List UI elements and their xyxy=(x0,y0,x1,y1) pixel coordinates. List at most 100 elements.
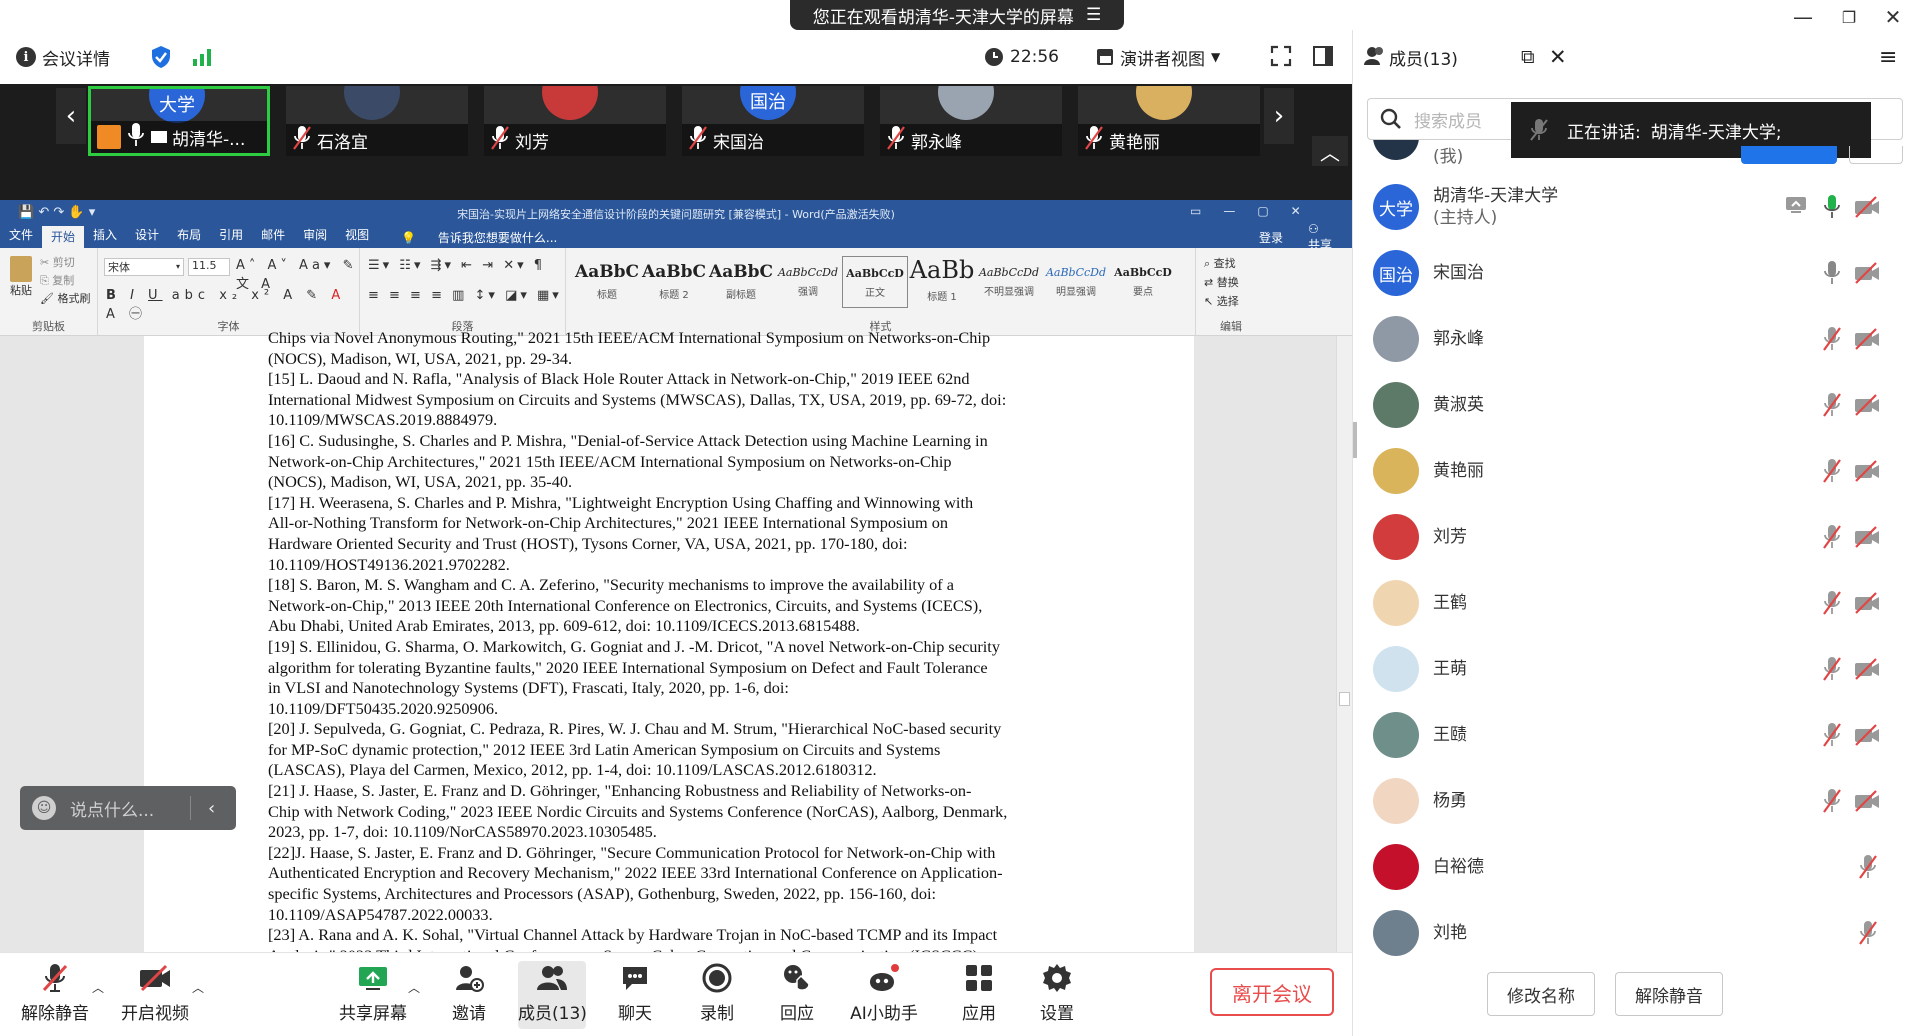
chevron-up-icon[interactable]: ︿ xyxy=(92,979,104,996)
more-actions-button[interactable] xyxy=(1849,146,1903,164)
mic-muted-icon[interactable] xyxy=(1819,588,1845,618)
apps-button[interactable]: 应用 xyxy=(940,961,1018,1029)
font-size-select[interactable]: 11.5 xyxy=(188,258,230,276)
video-tile[interactable]: 大学 胡清华-... xyxy=(88,86,270,156)
font-name-select[interactable]: 宋体 ▾ xyxy=(104,258,184,276)
minimize-icon[interactable]: — xyxy=(1784,4,1822,30)
mic-muted-icon[interactable] xyxy=(1855,918,1881,948)
members-button[interactable]: 成员(13) xyxy=(518,961,587,1029)
mic-muted-icon[interactable] xyxy=(1819,654,1845,684)
word-tab[interactable]: 插入 xyxy=(84,226,126,248)
rename-button[interactable]: 修改名称 xyxy=(1487,972,1595,1016)
camera-off-icon[interactable] xyxy=(1853,720,1881,750)
member-row[interactable]: 刘芳 xyxy=(1353,504,1914,570)
panel-resize-handle[interactable] xyxy=(1353,422,1357,458)
cut-button[interactable]: ✂ 剪切 xyxy=(40,254,90,272)
menu-icon[interactable]: ☰ xyxy=(1086,5,1101,25)
video-tile[interactable]: 郭永峰 xyxy=(880,86,1062,156)
camera-off-icon[interactable] xyxy=(1853,456,1881,486)
member-row[interactable]: 白裕德 xyxy=(1353,834,1914,900)
unmute-button[interactable]: 解除静音 xyxy=(16,961,94,1029)
mic-muted-icon[interactable] xyxy=(1819,786,1845,816)
member-row[interactable]: 王赜 xyxy=(1353,702,1914,768)
record-button[interactable]: 录制 xyxy=(678,961,756,1029)
style-option[interactable]: AaBbCcD 正文 xyxy=(842,256,908,308)
more-menu-icon[interactable]: ≡ xyxy=(1879,45,1897,70)
signal-icon[interactable] xyxy=(192,48,212,71)
word-tab[interactable]: 文件 xyxy=(0,226,42,248)
style-option[interactable]: AaBbCcDd 明显强调 xyxy=(1043,256,1109,308)
style-option[interactable]: AaBb 标题 1 xyxy=(909,256,975,308)
fullscreen-icon[interactable] xyxy=(1270,45,1292,72)
word-tab[interactable]: 引用 xyxy=(210,226,252,248)
document-scrollbar[interactable] xyxy=(1336,336,1352,952)
tell-me-box[interactable]: 💡 告诉我您想要做什么... xyxy=(378,229,575,246)
collapse-strip-button[interactable]: ︿ xyxy=(1312,136,1348,166)
video-tile[interactable]: 黄艳丽 xyxy=(1078,86,1260,156)
start-video-button[interactable]: 开启视频 xyxy=(116,961,194,1029)
style-option[interactable]: AaBbCcDd 强调 xyxy=(775,256,841,308)
word-tab[interactable]: 布局 xyxy=(168,226,210,248)
mic-icon[interactable] xyxy=(1819,258,1845,288)
alignment-buttons[interactable]: ≡ ≡ ≡ ≡ ▥ ↕▾ ◪▾ ▦▾ xyxy=(368,288,562,303)
word-window-controls[interactable]: ▭—▢✕ xyxy=(1190,204,1323,218)
strip-prev-button[interactable]: ‹ xyxy=(56,88,86,144)
camera-off-icon[interactable] xyxy=(1853,258,1881,288)
popout-icon[interactable]: ⧉ xyxy=(1521,46,1535,68)
view-mode-dropdown[interactable]: 演讲者视图 ▼ xyxy=(1096,45,1220,70)
close-icon[interactable]: ✕ xyxy=(1874,4,1912,30)
replace-button[interactable]: ⇄ 替换 xyxy=(1204,273,1239,292)
document-page[interactable]: Chips via Novel Anonymous Routing," 2021… xyxy=(144,328,1194,952)
leave-meeting-button[interactable]: 离开会议 xyxy=(1210,968,1334,1016)
mic-muted-icon[interactable] xyxy=(1819,720,1845,750)
camera-off-icon[interactable] xyxy=(1853,588,1881,618)
copy-button[interactable]: ⎘ 复制 xyxy=(40,272,90,290)
font-format-buttons[interactable]: B I U abc x₂ x² A ✎ A A ㊀ xyxy=(106,288,359,322)
word-tab[interactable]: 开始 xyxy=(42,226,85,248)
scrollbar-thumb[interactable] xyxy=(1339,692,1350,706)
font-size-buttons[interactable]: A˄ A˅ Aa▾ ✎ 文 A xyxy=(236,258,359,292)
camera-off-icon[interactable] xyxy=(1853,192,1881,222)
select-button[interactable]: ↖ 选择 xyxy=(1204,292,1239,311)
paste-button[interactable]: 粘贴 xyxy=(8,256,34,300)
member-row[interactable]: 王萌 xyxy=(1353,636,1914,702)
chevron-up-icon[interactable]: ︿ xyxy=(192,979,204,996)
chevron-left-icon[interactable]: ‹ xyxy=(208,798,215,819)
share-screen-button[interactable]: 共享屏幕 xyxy=(334,961,412,1029)
member-row[interactable]: 大学 胡清华-天津大学 (主持人) xyxy=(1353,174,1914,240)
ai-assistant-button[interactable]: AI小助手 xyxy=(842,961,926,1029)
mic-muted-icon[interactable] xyxy=(1819,390,1845,420)
member-row[interactable]: 黄艳丽 xyxy=(1353,438,1914,504)
video-tile[interactable]: 刘芳 xyxy=(484,86,666,156)
security-shield-icon[interactable] xyxy=(150,45,172,74)
member-row[interactable]: 国治 宋国治 xyxy=(1353,240,1914,306)
invite-button[interactable]: 邀请 xyxy=(430,961,508,1029)
mic-muted-icon[interactable] xyxy=(1855,852,1881,882)
member-row[interactable]: 王鹤 xyxy=(1353,570,1914,636)
style-option[interactable]: AaBbCcDd 不明显强调 xyxy=(976,256,1042,308)
chat-button[interactable]: 聊天 xyxy=(596,961,674,1029)
chevron-up-icon[interactable]: ︿ xyxy=(408,979,420,996)
camera-off-icon[interactable] xyxy=(1853,390,1881,420)
word-tab[interactable]: 邮件 xyxy=(252,226,294,248)
unmute-me-button[interactable] xyxy=(1741,146,1837,164)
list-buttons[interactable]: ☰▾ ☷▾ ⇶▾ ⇤ ⇥ ✕▾ ¶ xyxy=(368,258,545,273)
mic-muted-icon[interactable] xyxy=(1819,522,1845,552)
video-tile[interactable]: 国治 宋国治 xyxy=(682,86,864,156)
camera-off-icon[interactable] xyxy=(1853,786,1881,816)
video-tile[interactable]: 石洛宜 xyxy=(286,86,468,156)
close-panel-icon[interactable]: ✕ xyxy=(1549,45,1567,69)
strip-next-button[interactable]: › xyxy=(1264,88,1294,144)
screen-share-banner[interactable]: 您正在观看胡清华-天津大学的屏幕 ☰ xyxy=(790,0,1124,30)
mic-muted-icon[interactable] xyxy=(1819,324,1845,354)
restore-icon[interactable]: ❐ xyxy=(1830,4,1868,30)
login-link[interactable]: 登录 xyxy=(1250,229,1292,246)
reply-button[interactable]: 回应 xyxy=(758,961,836,1029)
camera-off-icon[interactable] xyxy=(1853,324,1881,354)
member-row[interactable]: 黄淑英 xyxy=(1353,372,1914,438)
member-row[interactable]: 刘艳 xyxy=(1353,900,1914,966)
mic-icon[interactable] xyxy=(1819,192,1845,222)
member-row[interactable]: 杨勇 xyxy=(1353,768,1914,834)
style-option[interactable]: AaBbCcD 要点 xyxy=(1110,256,1176,308)
style-option[interactable]: AaBbC 副标题 xyxy=(708,256,774,308)
